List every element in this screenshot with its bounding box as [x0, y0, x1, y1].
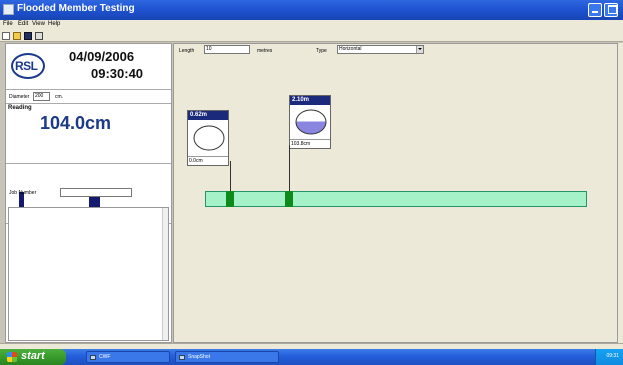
probe-2-marker[interactable]: [285, 191, 293, 207]
notes-scrollbar[interactable]: [162, 208, 168, 340]
probe-1-marker[interactable]: [226, 191, 234, 207]
chevron-down-icon[interactable]: [416, 46, 423, 53]
new-file-icon[interactable]: [2, 32, 10, 40]
right-scrollbar[interactable]: [617, 43, 623, 343]
member-controls: Length 10 metres Type Horizontal: [174, 44, 617, 57]
probe-1-stem: [230, 161, 231, 193]
system-tray: 09:31: [595, 349, 623, 365]
taskbar-item-snapshot[interactable]: SnapShot: [175, 351, 279, 363]
print-icon[interactable]: [35, 32, 43, 40]
toolbar: [0, 30, 623, 42]
minimize-button[interactable]: [588, 3, 602, 17]
gauge-1-reading: 0.0cm: [188, 156, 228, 165]
logo-text: RSL: [15, 59, 38, 73]
rsl-logo: RSL: [11, 53, 45, 79]
probe-2-stem: [289, 145, 290, 193]
notes-textarea[interactable]: [8, 207, 169, 341]
gauge-2-fill: [296, 121, 326, 134]
left-panel: RSL 04/09/2006 09:30:40 Diameter 200 cm.…: [5, 43, 172, 343]
app-icon: [3, 4, 14, 15]
gauge-2-dial: [295, 109, 327, 135]
taskbar: start CWF SnapShot 09:31: [0, 349, 623, 365]
menu-edit[interactable]: Edit: [18, 21, 28, 27]
window-title: Flooded Member Testing: [17, 3, 135, 14]
menu-view[interactable]: View: [32, 21, 45, 27]
gauge-2[interactable]: 2.10m 103.8cm: [289, 95, 331, 149]
time-display: 09:30:40: [91, 66, 144, 81]
menu-bar: File Edit View Help: [0, 20, 623, 30]
length-label: Length: [179, 48, 195, 54]
header-box: RSL 04/09/2006 09:30:40: [6, 44, 171, 90]
save-disk-icon[interactable]: [24, 32, 32, 40]
window-icon: [90, 355, 96, 360]
type-select-value: Horizontal: [339, 46, 362, 52]
taskbar-item-label: CWF: [99, 354, 111, 360]
member-canvas: 0.62m 0.0cm 2.10m 103.8cm: [174, 58, 617, 342]
windows-flag-icon: [7, 352, 17, 362]
type-select[interactable]: Horizontal: [337, 45, 424, 54]
reading-box: Reading 104.0cm: [6, 104, 171, 164]
diameter-label: Diameter: [9, 94, 30, 100]
length-unit: metres: [257, 48, 273, 54]
gauge-1-position: 0.62m: [188, 111, 228, 120]
application-window: Flooded Member Testing File Edit View He…: [0, 0, 623, 365]
menu-help[interactable]: Help: [48, 21, 60, 27]
open-folder-icon[interactable]: [13, 32, 21, 40]
gauge-2-reading: 103.8cm: [290, 139, 330, 148]
diameter-row: Diameter 200 cm.: [6, 90, 171, 104]
tray-clock: 09:31: [606, 353, 619, 359]
gauge-1-dial: [193, 125, 225, 151]
menu-file[interactable]: File: [3, 21, 13, 27]
start-button[interactable]: start: [0, 349, 66, 365]
taskbar-item-label: SnapShot: [188, 354, 210, 360]
type-label: Type: [316, 48, 327, 54]
member-pipe: [205, 191, 587, 207]
start-label: start: [21, 350, 45, 362]
reading-label: Reading: [8, 105, 32, 111]
length-input[interactable]: 10: [204, 45, 250, 54]
right-panel: Length 10 metres Type Horizontal 0.62m 0…: [173, 43, 618, 343]
reading-value: 104.0cm: [40, 113, 112, 133]
date-display: 04/09/2006: [69, 49, 135, 64]
job-number-label: Job Number: [9, 190, 37, 196]
diameter-unit: cm.: [55, 94, 64, 100]
diameter-input[interactable]: 200: [33, 92, 50, 101]
gauge-2-position: 2.10m: [290, 96, 330, 105]
job-row: Job Number: [6, 186, 171, 200]
job-number-input[interactable]: [60, 188, 132, 197]
maximize-button[interactable]: [604, 3, 618, 17]
taskbar-item-cwf[interactable]: CWF: [86, 351, 170, 363]
camera-icon: [179, 355, 185, 360]
gauge-1[interactable]: 0.62m 0.0cm: [187, 110, 229, 166]
title-bar[interactable]: Flooded Member Testing: [0, 0, 623, 20]
